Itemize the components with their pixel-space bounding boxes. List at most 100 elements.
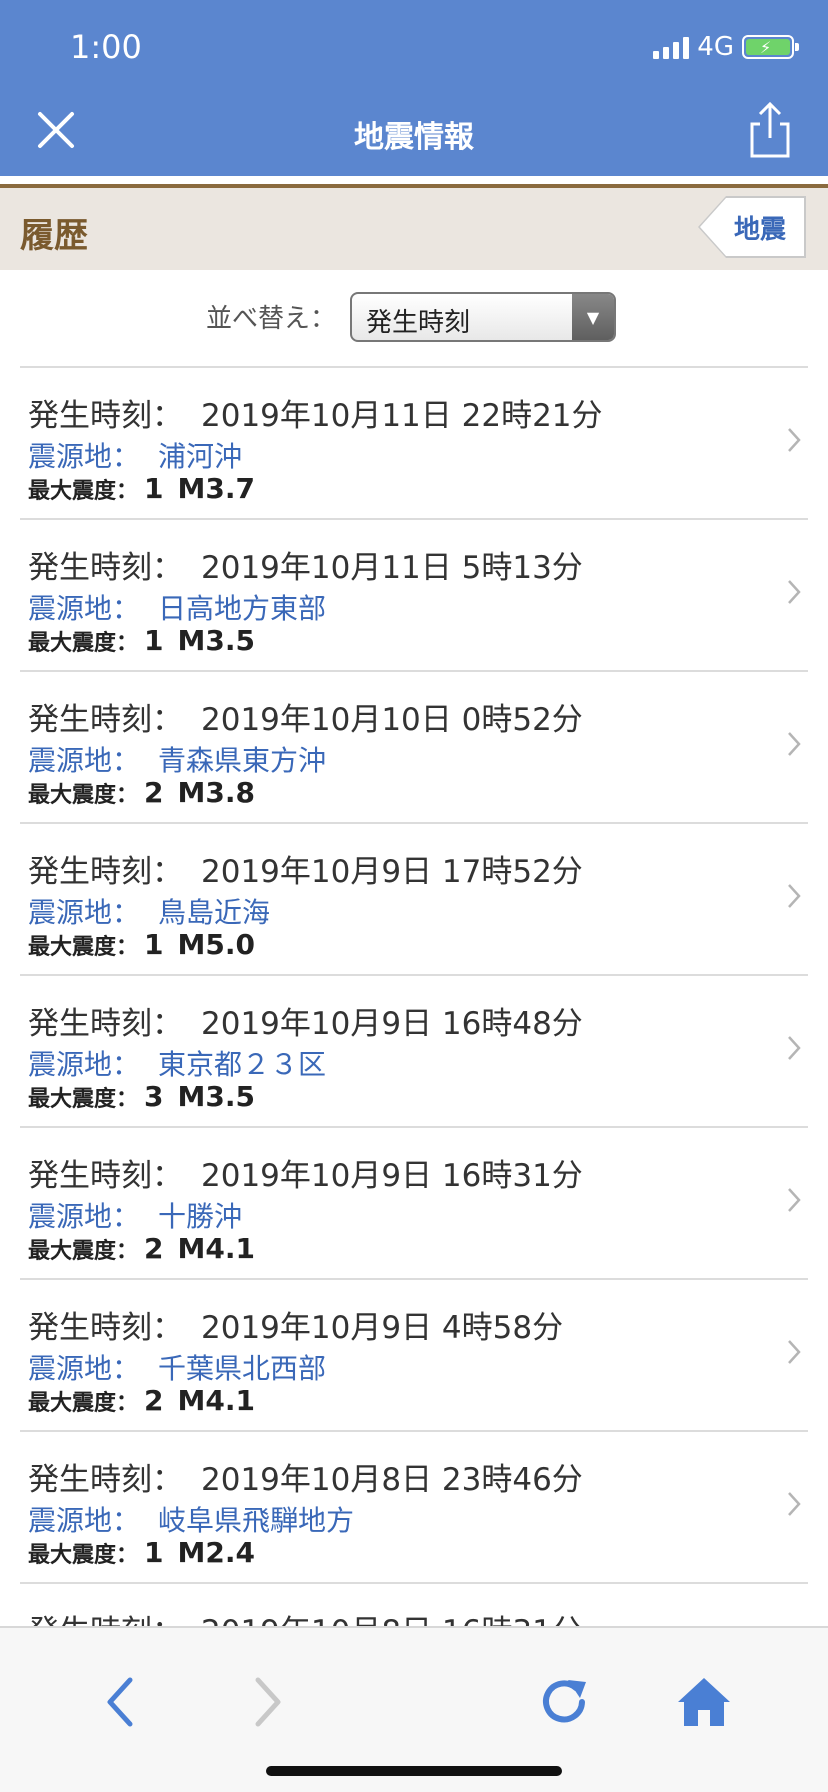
intensity-label: 最大震度： <box>28 631 139 656</box>
sort-select[interactable]: 発生時刻 ▼ <box>350 292 616 342</box>
magnitude: M3.8 <box>177 776 255 809</box>
status-indicators: 4G ⚡ <box>653 32 799 62</box>
epicenter: 岐阜県飛騨地方 <box>158 1504 355 1537</box>
occurrence-time: 2019年10月11日 5時13分 <box>201 550 583 586</box>
chevron-right-icon <box>788 1036 801 1060</box>
occurrence-time-row: 発生時刻： 2019年10月10日 0時52分 <box>28 694 583 739</box>
epicenter-row: 震源地： 日高地方東部 <box>28 587 326 627</box>
time-label: 発生時刻： <box>28 550 183 586</box>
home-icon[interactable] <box>674 1672 734 1732</box>
chevron-right-icon <box>788 428 801 452</box>
epicenter-row: 震源地： 東京都２３区 <box>28 1043 326 1083</box>
epicenter: 十勝沖 <box>158 1200 243 1233</box>
occurrence-time: 2019年10月10日 0時52分 <box>201 702 583 738</box>
share-icon[interactable] <box>746 100 794 160</box>
magnitude: M3.5 <box>177 1080 255 1113</box>
cellular-signal-icon <box>653 35 690 59</box>
list-item[interactable]: 発生時刻： 2019年10月8日 23時46分 震源地： 岐阜県飛騨地方 最大震度：… <box>20 1430 808 1582</box>
epicenter-label: 震源地： <box>28 440 141 473</box>
sort-selected-value: 発生時刻 <box>366 308 471 338</box>
quake-tag-label: 地震 <box>725 196 806 258</box>
time-label: 発生時刻： <box>28 1462 183 1498</box>
epicenter-row: 震源地： 浦河沖 <box>28 435 242 475</box>
time-label: 発生時刻： <box>28 1310 183 1346</box>
occurrence-time-row: 発生時刻： 2019年10月9日 16時48分 <box>28 998 583 1043</box>
epicenter: 青森県東方沖 <box>158 744 327 777</box>
epicenter-row: 震源地： 千葉県北西部 <box>28 1347 326 1387</box>
list-item[interactable]: 発生時刻： 2019年10月9日 17時52分 震源地： 鳥島近海 最大震度： 1 M5… <box>20 822 808 974</box>
max-intensity: 1 <box>144 928 164 961</box>
epicenter-label: 震源地： <box>28 896 141 929</box>
sort-row: 並べ替え： 発生時刻 ▼ <box>0 290 828 342</box>
chevron-right-icon <box>788 580 801 604</box>
chevron-right-icon <box>788 884 801 908</box>
epicenter-label: 震源地： <box>28 592 141 625</box>
epicenter-row: 震源地： 青森県東方沖 <box>28 739 326 779</box>
epicenter: 千葉県北西部 <box>158 1352 327 1385</box>
occurrence-time: 2019年10月8日 23時46分 <box>201 1462 583 1498</box>
intensity-label: 最大震度： <box>28 1391 139 1416</box>
time-label: 発生時刻： <box>28 398 183 434</box>
chevron-right-icon <box>788 1492 801 1516</box>
occurrence-time-row: 発生時刻： 2019年10月9日 4時58分 <box>28 1302 563 1347</box>
list-item[interactable]: 発生時刻： 2019年10月9日 16時48分 震源地： 東京都２３区 最大震度： 3… <box>20 974 808 1126</box>
epicenter-row: 震源地： 十勝沖 <box>28 1195 242 1235</box>
max-intensity: 1 <box>144 472 164 505</box>
max-intensity: 1 <box>144 624 164 657</box>
epicenter-label: 震源地： <box>28 1200 141 1233</box>
tag-arrow <box>697 196 726 258</box>
list-item[interactable]: 発生時刻： 2019年10月9日 16時31分 震源地： 十勝沖 最大震度： 2 M4.… <box>20 1126 808 1278</box>
occurrence-time-row: 発生時刻： 2019年10月9日 17時52分 <box>28 846 583 891</box>
intensity-row: 最大震度： 1 M5.0 <box>28 928 255 961</box>
max-intensity: 2 <box>144 1384 164 1417</box>
occurrence-time-row: 発生時刻： 2019年10月9日 16時31分 <box>28 1150 583 1195</box>
network-type: 4G <box>697 32 734 62</box>
reload-icon[interactable] <box>534 1672 594 1732</box>
occurrence-time-row: 発生時刻： 2019年10月8日 23時46分 <box>28 1454 583 1499</box>
intensity-label: 最大震度： <box>28 1087 139 1112</box>
intensity-row: 最大震度： 3 M3.5 <box>28 1080 255 1113</box>
quake-back-button[interactable]: 地震 <box>697 196 806 258</box>
intensity-row: 最大震度： 2 M3.8 <box>28 776 255 809</box>
time-label: 発生時刻： <box>28 702 183 738</box>
list-item[interactable]: 発生時刻： 2019年10月11日 5時13分 震源地： 日高地方東部 最大震度： 1… <box>20 518 808 670</box>
max-intensity: 3 <box>144 1080 164 1113</box>
max-intensity: 1 <box>144 1536 164 1569</box>
magnitude: M3.7 <box>177 472 255 505</box>
magnitude: M4.1 <box>177 1232 255 1265</box>
time-label: 発生時刻： <box>28 854 183 890</box>
epicenter: 東京都２３区 <box>158 1048 327 1081</box>
time-label: 発生時刻： <box>28 1006 183 1042</box>
occurrence-time: 2019年10月9日 17時52分 <box>201 854 583 890</box>
app-header: 1:00 4G ⚡ 地震情報 <box>0 0 828 176</box>
chevron-right-icon <box>788 1188 801 1212</box>
status-time: 1:00 <box>70 28 142 66</box>
occurrence-time: 2019年10月9日 16時48分 <box>201 1006 583 1042</box>
epicenter: 日高地方東部 <box>158 592 327 625</box>
list-item[interactable]: 発生時刻： 2019年10月10日 0時52分 震源地： 青森県東方沖 最大震度： 2… <box>20 670 808 822</box>
occurrence-time-row: 発生時刻： 2019年10月11日 5時13分 <box>28 542 583 587</box>
max-intensity: 2 <box>144 776 164 809</box>
occurrence-time: 2019年10月9日 16時31分 <box>201 1158 583 1194</box>
sort-label: 並べ替え： <box>206 304 337 334</box>
chevron-right-icon <box>788 1340 801 1364</box>
magnitude: M4.1 <box>177 1384 255 1417</box>
epicenter-row: 震源地： 岐阜県飛騨地方 <box>28 1499 354 1539</box>
epicenter-label: 震源地： <box>28 1504 141 1537</box>
epicenter-label: 震源地： <box>28 1352 141 1385</box>
epicenter: 浦河沖 <box>158 440 243 473</box>
intensity-label: 最大震度： <box>28 479 139 504</box>
back-arrow-icon[interactable] <box>92 1672 152 1732</box>
intensity-row: 最大震度： 2 M4.1 <box>28 1384 255 1417</box>
forward-arrow-icon[interactable] <box>236 1672 296 1732</box>
chevron-right-icon <box>788 732 801 756</box>
time-label: 発生時刻： <box>28 1158 183 1194</box>
intensity-label: 最大震度： <box>28 1239 139 1264</box>
list-item[interactable]: 発生時刻： 2019年10月9日 4時58分 震源地： 千葉県北西部 最大震度： 2 M… <box>20 1278 808 1430</box>
earthquake-list: 発生時刻： 2019年10月11日 22時21分 震源地： 浦河沖 最大震度： 1 M3… <box>20 366 808 1734</box>
occurrence-time: 2019年10月11日 22時21分 <box>201 398 603 434</box>
section-title: 履歴 <box>20 216 88 256</box>
magnitude: M3.5 <box>177 624 255 657</box>
home-indicator <box>266 1766 562 1776</box>
list-item[interactable]: 発生時刻： 2019年10月11日 22時21分 震源地： 浦河沖 最大震度： 1 M3… <box>20 366 808 518</box>
